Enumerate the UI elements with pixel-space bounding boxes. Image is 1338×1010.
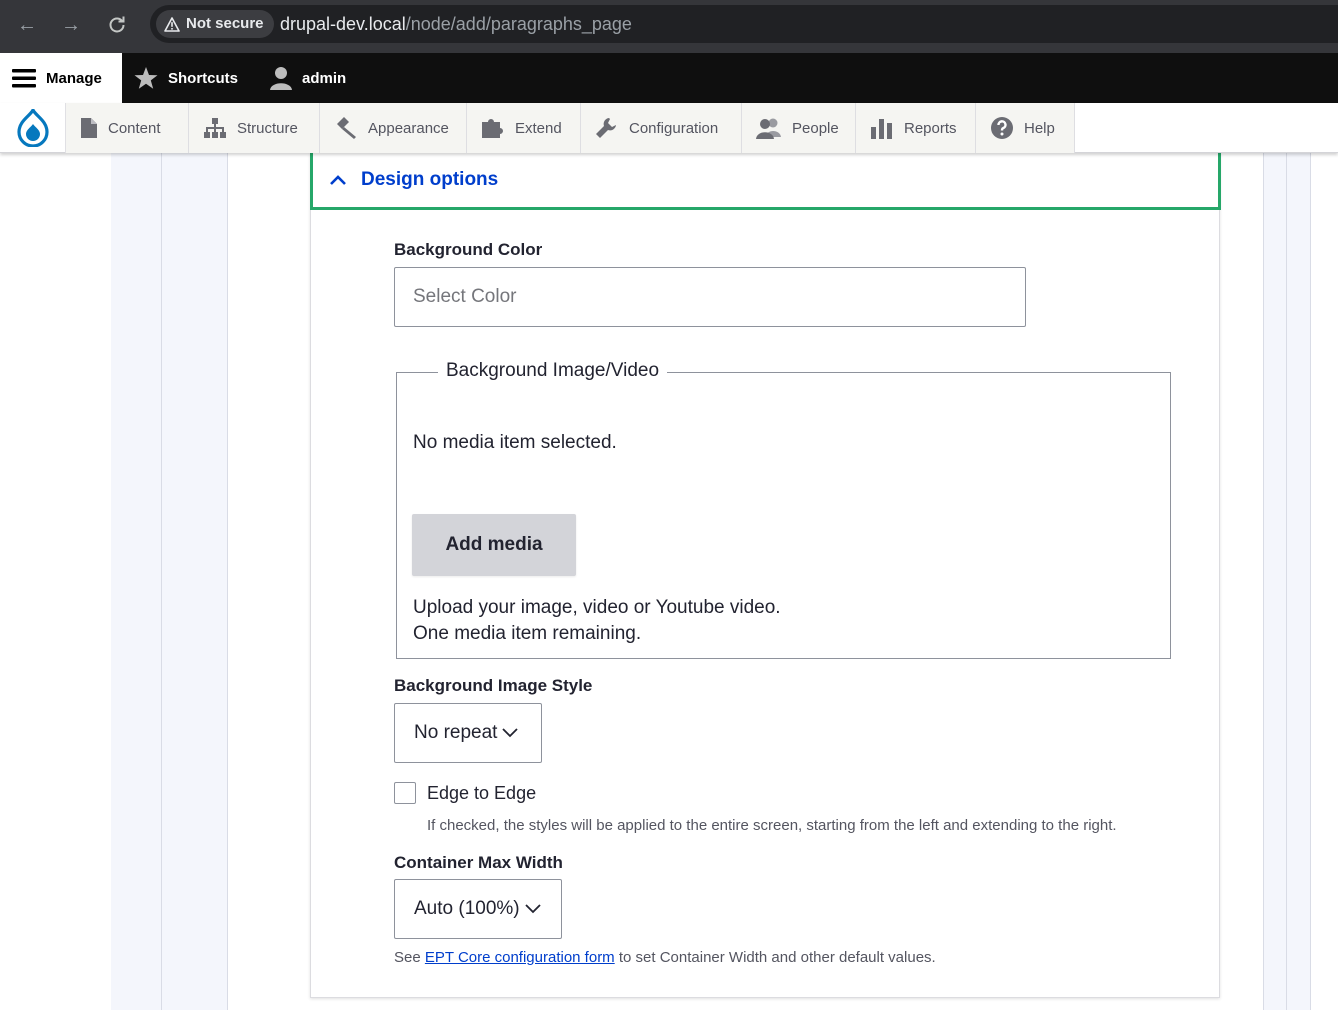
wrench-icon <box>596 118 616 138</box>
security-chip[interactable]: Not secure <box>156 10 274 38</box>
bg-color-label: Background Color <box>394 240 543 259</box>
right-field-wrapper <box>1263 153 1311 1010</box>
menu-item-help[interactable]: Help <box>976 103 1075 153</box>
see-suffix: to set Container Width and other default… <box>618 949 936 966</box>
menu-item-label: Structure <box>237 119 298 137</box>
user-icon <box>270 67 292 90</box>
ept-config-link[interactable]: EPT Core configuration form <box>425 949 615 966</box>
divider <box>1286 153 1287 1010</box>
chevron-down-icon <box>524 904 541 914</box>
file-icon <box>81 118 97 138</box>
add-media-button[interactable]: Add media <box>412 514 576 576</box>
menu-item-people[interactable]: People <box>742 103 856 153</box>
menu-item-label: People <box>792 119 839 137</box>
container-width-value: Auto (100%) <box>414 898 520 919</box>
toolbar-shortcuts[interactable]: Shortcuts <box>122 53 250 103</box>
security-label: Not secure <box>186 15 264 32</box>
menu-item-appearance[interactable]: Appearance <box>320 103 467 153</box>
container-width-description: See EPT Core configuration form to set C… <box>394 949 936 966</box>
back-arrow-icon[interactable]: ← <box>12 12 42 38</box>
media-remaining-text: One media item remaining. <box>413 623 642 644</box>
edge-to-edge-description: If checked, the styles will be applied t… <box>427 817 1117 834</box>
chevron-up-icon <box>330 175 346 185</box>
bg-color-input[interactable] <box>394 267 1026 327</box>
details-title: Design options <box>361 169 499 190</box>
menu-item-extend[interactable]: Extend <box>467 103 581 153</box>
see-prefix: See <box>394 949 421 966</box>
sitemap-icon <box>204 118 226 138</box>
outer-field-wrapper <box>111 153 162 1010</box>
browser-toolbar: ← → Not secure drupal-dev.local/node/add… <box>0 0 1338 53</box>
media-legend: Background Image/Video <box>438 360 668 382</box>
toolbar-user-label: admin <box>302 69 347 87</box>
toolbar-manage-label: Manage <box>46 69 102 87</box>
hamburger-icon <box>12 69 36 88</box>
people-icon <box>756 118 781 139</box>
container-width-select[interactable]: Auto (100%) <box>394 879 562 939</box>
forward-arrow-icon[interactable]: → <box>56 12 86 38</box>
container-width-label: Container Max Width <box>394 853 563 872</box>
admin-toolbar: Manage Shortcuts admin <box>0 53 1338 103</box>
menu-item-configuration[interactable]: Configuration <box>581 103 742 153</box>
paintbrush-icon <box>337 117 356 139</box>
menu-item-structure[interactable]: Structure <box>189 103 320 153</box>
image-style-value: No repeat <box>414 722 498 743</box>
media-help-text: Upload your image, video or Youtube vide… <box>413 597 781 618</box>
media-empty-text: No media item selected. <box>413 432 617 453</box>
url-path: /node/add/paragraphs_page <box>405 14 632 34</box>
menu-item-content[interactable]: Content <box>66 103 189 153</box>
star-icon <box>134 67 158 89</box>
menu-item-label: Extend <box>515 119 562 137</box>
image-style-select[interactable]: No repeat <box>394 703 542 763</box>
help-icon <box>991 117 1013 139</box>
reload-icon[interactable] <box>102 12 132 38</box>
warning-icon <box>164 16 180 32</box>
menu-item-label: Reports <box>904 119 957 137</box>
menu-item-reports[interactable]: Reports <box>856 103 976 153</box>
toolbar-user[interactable]: admin <box>258 53 358 103</box>
menu-item-label: Appearance <box>368 119 449 137</box>
drupal-logo-icon[interactable] <box>0 103 66 153</box>
design-options-summary[interactable]: Design options <box>310 153 1221 210</box>
nested-field-wrapper <box>162 153 228 1010</box>
toolbar-manage[interactable]: Manage <box>0 53 122 103</box>
image-style-label: Background Image Style <box>394 676 593 695</box>
chevron-down-icon <box>502 728 519 738</box>
menu-item-label: Configuration <box>629 119 719 137</box>
bar-chart-icon <box>871 119 892 139</box>
menu-item-label: Help <box>1024 119 1055 137</box>
url-text[interactable]: drupal-dev.local/node/add/paragraphs_pag… <box>280 14 632 35</box>
admin-menu-tray: Content Structure Appearance Extend Conf… <box>0 103 1338 153</box>
edge-to-edge-checkbox[interactable] <box>394 782 416 804</box>
address-bar[interactable]: Not secure drupal-dev.local/node/add/par… <box>150 5 1338 43</box>
edge-to-edge-label[interactable]: Edge to Edge <box>427 783 536 804</box>
menu-item-label: Content <box>108 119 161 137</box>
puzzle-icon <box>482 119 503 138</box>
url-host: drupal-dev.local <box>280 14 406 34</box>
toolbar-shortcuts-label: Shortcuts <box>168 69 239 87</box>
